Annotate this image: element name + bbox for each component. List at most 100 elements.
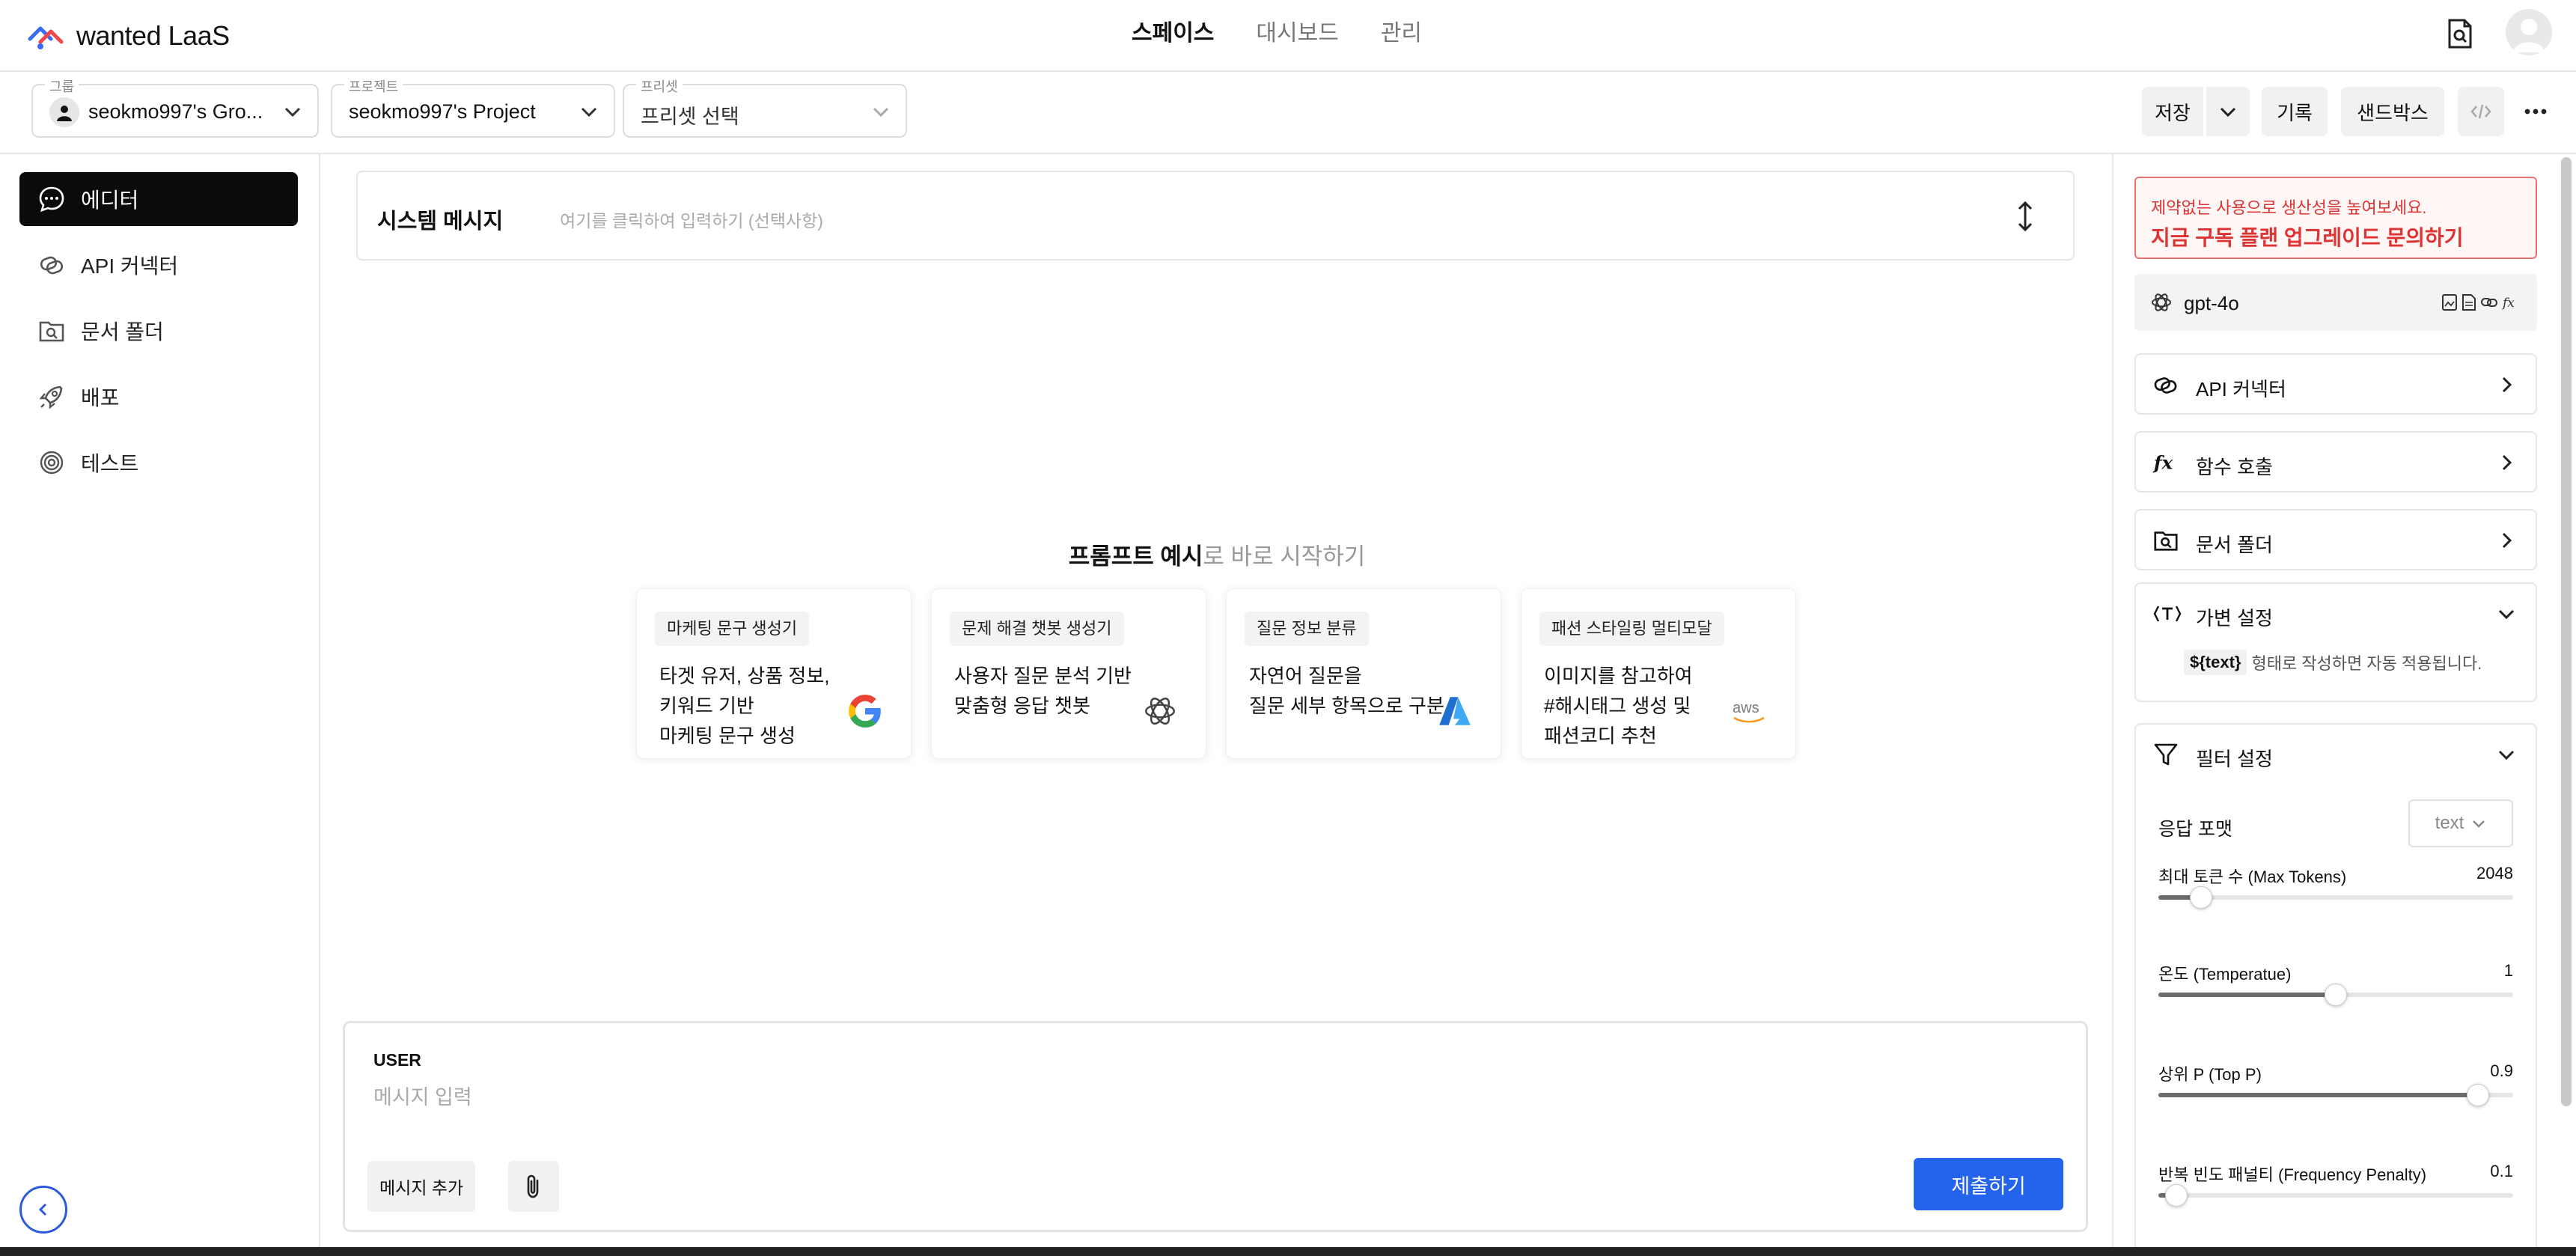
function-call-row[interactable]: fx 함수 호출 — [2134, 431, 2537, 493]
example-card-fashion[interactable]: 패션 스타일링 멀티모달 이미지를 참고하여 #해시태그 생성 및 패션코디 추… — [1521, 588, 1796, 759]
sidebar-item-editor[interactable]: 에디터 — [19, 172, 298, 226]
attach-file-button[interactable] — [508, 1161, 559, 1212]
example-card-description: 자연어 질문을 질문 세부 항목으로 구분 — [1249, 665, 1444, 717]
model-capabilities: fx — [2441, 293, 2518, 311]
sidebar-item-deploy[interactable]: 배포 — [19, 370, 298, 424]
slider-value: 0.9 — [2490, 1061, 2513, 1080]
response-format-select[interactable]: text — [2408, 799, 2513, 847]
submit-button[interactable]: 제출하기 — [1914, 1158, 2063, 1210]
logo[interactable]: wanted LaaS — [25, 15, 230, 57]
chevron-down-icon — [284, 107, 301, 118]
example-card-marketing[interactable]: 마케팅 문구 생성기 타겟 유저, 상품 정보, 키워드 기반 마케팅 문구 생… — [636, 588, 912, 759]
chevron-right-icon — [2502, 454, 2512, 471]
sidebar-item-label: 에디터 — [81, 189, 139, 212]
top-navigation: wanted LaaS 스페이스 대시보드 관리 — [0, 0, 2576, 72]
preset-select[interactable]: 프리셋 프리셋 선택 — [623, 76, 907, 138]
example-card-description: 타겟 유저, 상품 정보, 키워드 기반 마케팅 문구 생성 — [659, 665, 830, 747]
sidebar-item-label: API 커넥터 — [81, 254, 179, 278]
slider-thumb[interactable] — [2325, 984, 2347, 1006]
variable-settings-hint: ${text} 형태로 작성하면 자동 적용됩니다. — [2184, 650, 2482, 675]
example-card-tag: 문제 해결 챗봇 생성기 — [950, 612, 1124, 646]
upgrade-banner-text: 제약없는 사용으로 생산성을 높여보세요. — [2151, 198, 2427, 217]
code-view-button[interactable] — [2458, 87, 2504, 136]
slider-label: 상위 P (Top P) — [2158, 1065, 2262, 1084]
save-button[interactable]: 저장 — [2142, 87, 2203, 136]
variable-settings[interactable]: 가변 설정 ${text} 형태로 작성하면 자동 적용됩니다. — [2134, 582, 2537, 702]
add-message-button[interactable]: 메시지 추가 — [367, 1161, 476, 1212]
more-menu-button[interactable] — [2513, 87, 2558, 136]
link-icon — [40, 256, 64, 275]
function-icon: fx — [2501, 296, 2515, 311]
tab-space[interactable]: 스페이스 — [1132, 16, 1214, 51]
variable-code: ${text} — [2184, 650, 2247, 675]
api-connector-row[interactable]: API 커넥터 — [2134, 353, 2537, 415]
group-select-label: 그룹 — [45, 76, 79, 96]
more-horizontal-icon — [2524, 109, 2547, 115]
prompt-examples-title-rest: 로 바로 시작하기 — [1203, 543, 1366, 570]
sidebar-item-api-connector[interactable]: API 커넥터 — [19, 238, 298, 292]
system-message-placeholder: 여기를 클릭하여 입력하기 (선택사항) — [560, 211, 823, 231]
history-button[interactable]: 기록 — [2262, 87, 2328, 136]
document-folder-row[interactable]: 문서 폴더 — [2134, 509, 2537, 570]
project-select[interactable]: 프로젝트 seokmo997's Project — [331, 76, 615, 138]
openai-icon — [2152, 293, 2171, 311]
rocket-icon — [39, 385, 63, 409]
example-card-classification[interactable]: 질문 정보 분류 자연어 질문을 질문 세부 항목으로 구분 — [1226, 588, 1501, 759]
save-options-button[interactable] — [2206, 87, 2250, 136]
example-card-tag: 패션 스타일링 멀티모달 — [1539, 612, 1724, 646]
folder-search-icon — [2154, 531, 2178, 551]
sidebar-item-test[interactable]: 테스트 — [19, 436, 298, 490]
window-bottom-edge — [0, 1247, 2576, 1256]
document-search-button[interactable] — [2441, 15, 2479, 52]
group-select[interactable]: 그룹 seokmo997's Gro... — [31, 76, 319, 138]
expand-vertical-icon[interactable] — [2012, 201, 2039, 232]
tab-dashboard[interactable]: 대시보드 — [1256, 16, 1338, 51]
slider-label: 반복 빈도 패널티 (Frequency Penalty) — [2158, 1165, 2427, 1184]
settings-panel: 제약없는 사용으로 생산성을 높여보세요. 지금 구독 플랜 업그레이드 문의하… — [2112, 154, 2576, 1256]
sidebar-item-label: 배포 — [81, 386, 120, 409]
upgrade-banner[interactable]: 제약없는 사용으로 생산성을 높여보세요. 지금 구독 플랜 업그레이드 문의하… — [2134, 177, 2537, 259]
slider-label: 최대 토큰 수 (Max Tokens) — [2158, 868, 2347, 886]
openai-icon — [1145, 697, 1175, 725]
upgrade-banner-link[interactable]: 지금 구독 플랜 업그레이드 문의하기 — [2151, 222, 2464, 251]
function-icon: fx — [2152, 452, 2173, 474]
document-icon — [2462, 294, 2476, 311]
chevron-down-icon — [2498, 609, 2515, 620]
slider-track[interactable] — [2158, 1084, 2513, 1106]
svg-text:fx: fx — [2152, 452, 2173, 474]
panel-scrollbar[interactable] — [2561, 157, 2572, 1106]
chevron-down-icon — [581, 107, 597, 118]
example-card-tag: 마케팅 문구 생성기 — [655, 612, 810, 646]
slider-thumb[interactable] — [2164, 1184, 2188, 1207]
slider-track[interactable] — [2158, 886, 2513, 909]
slider-track[interactable] — [2158, 984, 2513, 1006]
user-avatar[interactable] — [2506, 9, 2552, 55]
aws-icon: aws — [1733, 700, 1765, 723]
slider-track[interactable] — [2158, 1184, 2513, 1207]
sidebar-item-documents[interactable]: 문서 폴더 — [19, 304, 298, 358]
sandbox-button[interactable]: 샌드박스 — [2341, 87, 2444, 136]
sidebar-item-label: 문서 폴더 — [81, 320, 164, 344]
main-tabs: 스페이스 대시보드 관리 — [1132, 16, 1422, 51]
collapse-sidebar-button[interactable] — [19, 1186, 67, 1234]
link-icon — [2154, 377, 2177, 394]
model-selector[interactable]: gpt-4o fx — [2134, 274, 2537, 331]
person-icon — [49, 97, 79, 127]
preset-select-value: 프리셋 선택 — [641, 106, 739, 128]
slider-thumb[interactable] — [2466, 1084, 2489, 1106]
chevron-down-icon[interactable] — [2497, 745, 2516, 764]
slider-value: 1 — [2503, 961, 2513, 980]
svg-text:fx: fx — [2501, 296, 2515, 311]
prompt-examples-title: 프롬프트 예시로 바로 시작하기 — [322, 537, 2112, 571]
image-file-icon — [2442, 294, 2457, 311]
filter-icon — [2154, 743, 2178, 766]
svg-text:aws: aws — [1733, 700, 1759, 716]
tab-manage[interactable]: 관리 — [1381, 16, 1422, 51]
slider-thumb[interactable] — [2189, 886, 2212, 909]
example-card-chatbot[interactable]: 문제 해결 챗봇 생성기 사용자 질문 분석 기반 맞춤형 응답 챗봇 — [931, 588, 1206, 759]
example-card-tag: 질문 정보 분류 — [1245, 612, 1369, 646]
target-icon — [40, 451, 64, 475]
variable-hint-text: 형태로 작성하면 자동 적용됩니다. — [2251, 654, 2482, 673]
system-message-box[interactable]: 시스템 메시지 여기를 클릭하여 입력하기 (선택사항) — [356, 171, 2075, 260]
message-input[interactable] — [373, 1086, 1870, 1109]
